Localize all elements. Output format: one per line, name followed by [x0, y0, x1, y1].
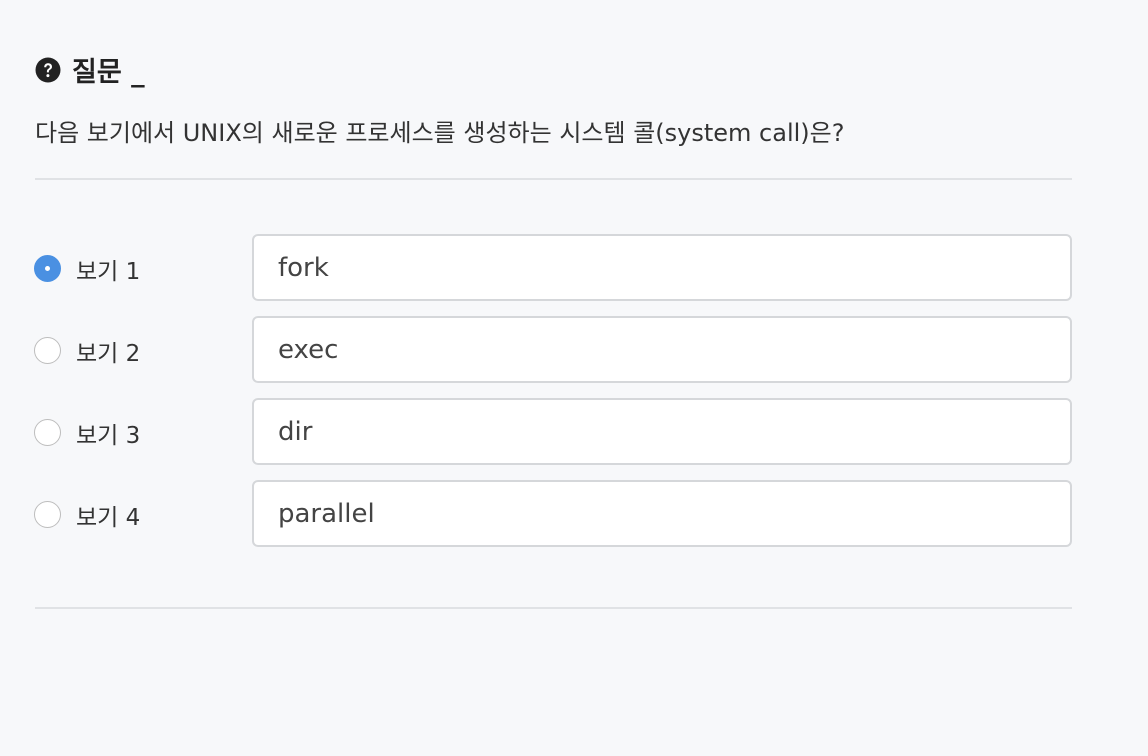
bottom-divider — [35, 607, 1072, 609]
option-row-1: 보기 1 — [0, 234, 1148, 302]
option-1-label: 보기 1 — [76, 259, 141, 285]
option-row-2: 보기 2 — [0, 316, 1148, 384]
option-3-label: 보기 3 — [76, 423, 141, 449]
option-2-radio[interactable] — [34, 337, 61, 364]
top-divider — [35, 178, 1072, 180]
option-4-label: 보기 4 — [76, 505, 141, 531]
option-1-input[interactable] — [252, 234, 1072, 301]
option-3-radio[interactable] — [34, 419, 61, 446]
option-1-radio[interactable] — [34, 255, 61, 282]
option-2-input[interactable] — [252, 316, 1072, 383]
option-4-input[interactable] — [252, 480, 1072, 547]
option-3-input[interactable] — [252, 398, 1072, 465]
option-row-4: 보기 4 — [0, 480, 1148, 548]
option-row-3: 보기 3 — [0, 398, 1148, 466]
option-4-radio[interactable] — [34, 501, 61, 528]
question-text: 다음 보기에서 UNIX의 새로운 프로세스를 생성하는 시스템 콜(syste… — [35, 119, 845, 147]
question-circle-icon — [35, 57, 61, 83]
page-title: 질문 _ — [72, 57, 145, 88]
option-2-label: 보기 2 — [76, 341, 141, 367]
question-header: 질문 _ — [35, 50, 145, 89]
